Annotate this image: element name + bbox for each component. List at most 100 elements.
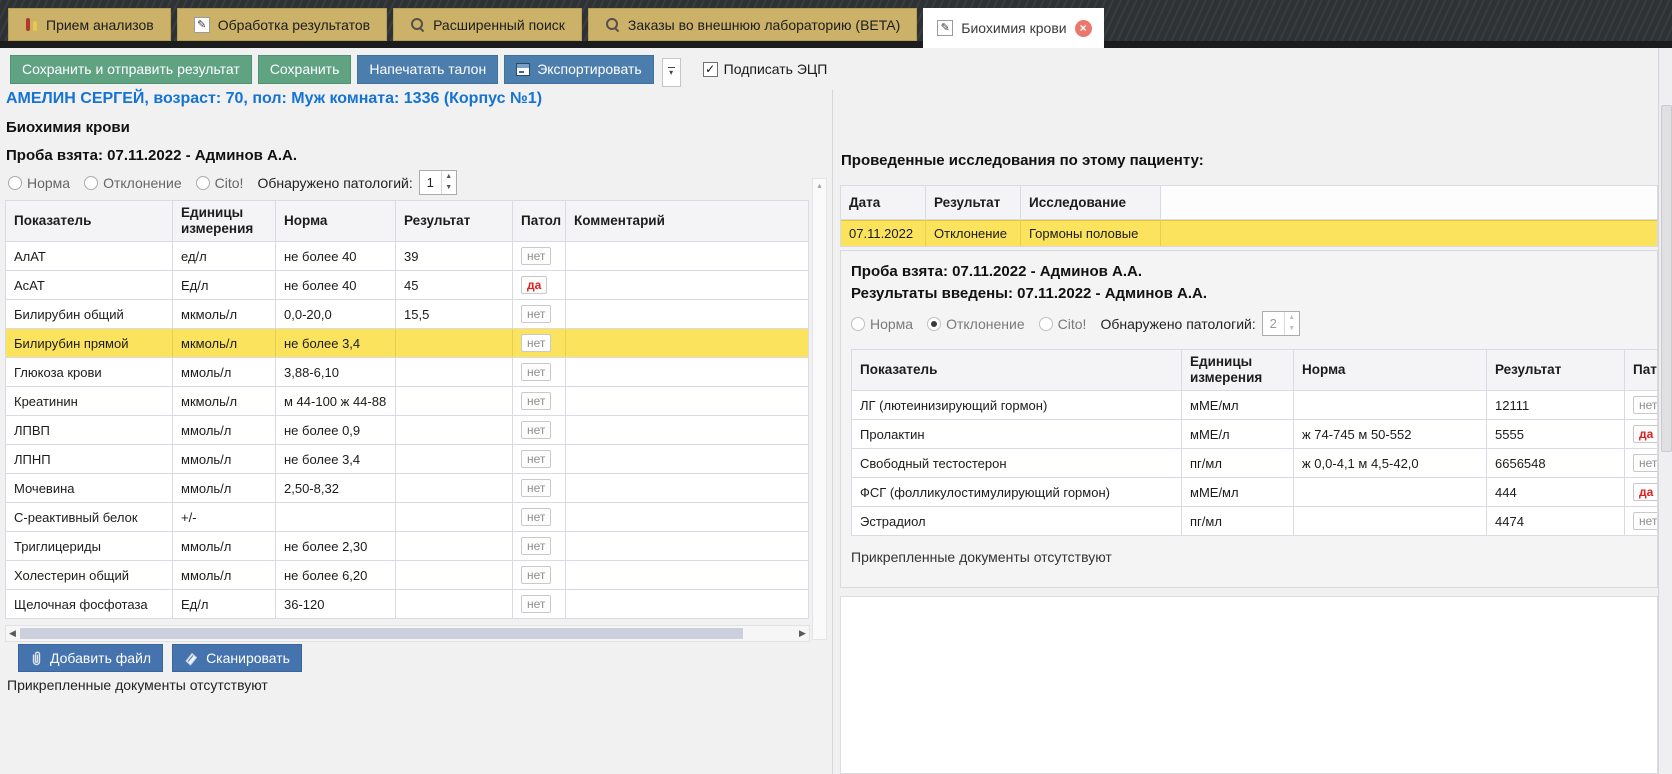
pathology-count-spinner[interactable]: 1 ▲ ▼ [419, 170, 457, 195]
cell-result[interactable]: 45 [396, 271, 513, 299]
scrollbar-thumb[interactable] [20, 628, 743, 639]
patient-history-title: Проведенные исследования по этому пациен… [841, 152, 1204, 169]
table-row-selected[interactable]: Билирубин прямой мкмоль/л не более 3,4 н… [6, 329, 808, 358]
cell-comment[interactable] [566, 329, 808, 357]
horizontal-scrollbar[interactable]: ◀ ▶ [5, 625, 810, 642]
cell-result[interactable] [396, 474, 513, 502]
scrollbar-track[interactable] [19, 626, 796, 641]
cell-comment[interactable] [566, 358, 808, 386]
history-row-selected[interactable]: 07.11.2022 Отклонение Гормоны половые [841, 220, 1657, 246]
radio-otklonenie[interactable]: Отклонение [84, 175, 182, 191]
cell-result[interactable] [396, 503, 513, 531]
cell-result[interactable]: 39 [396, 242, 513, 270]
table-row[interactable]: АлАТ ед/л не более 40 39 нет [6, 242, 808, 271]
table-row[interactable]: ЛПНП ммоль/л не более 3,4 нет [6, 445, 808, 474]
window-vertical-scrollbar[interactable] [1658, 48, 1672, 774]
table-row[interactable]: Креатинин мкмоль/л м 44-100 ж 44-88 нет [6, 387, 808, 416]
cell-patol: нет [513, 329, 566, 357]
table-row[interactable]: Мочевина ммоль/л 2,50-8,32 нет [6, 474, 808, 503]
patol-badge[interactable]: нет [521, 334, 551, 352]
patol-badge[interactable]: нет [521, 508, 551, 526]
patol-badge[interactable]: нет [521, 247, 551, 265]
patol-badge[interactable]: нет [521, 392, 551, 410]
radio-cito[interactable]: Cito! [1039, 316, 1087, 332]
patol-badge[interactable]: нет [521, 363, 551, 381]
cell-comment[interactable] [566, 271, 808, 299]
patol-badge[interactable]: да [521, 276, 547, 294]
table-row[interactable]: Билирубин общий мкмоль/л 0,0-20,0 15,5 н… [6, 300, 808, 329]
export-button[interactable]: Экспортировать [504, 55, 653, 84]
cell-result[interactable] [396, 561, 513, 589]
table-row[interactable]: ЛПВП ммоль/л не более 0,9 нет [6, 416, 808, 445]
detail-attachments-empty-text: Прикрепленные документы отсутствуют [851, 549, 1657, 565]
cell-comment[interactable] [566, 503, 808, 531]
table-row[interactable]: Эстрадиол пг/мл 4474 нет [852, 507, 1658, 535]
tab-priem-analizov[interactable]: Прием анализов [8, 8, 171, 41]
cell-result[interactable] [396, 532, 513, 560]
patol-badge[interactable]: нет [521, 450, 551, 468]
cell-comment[interactable] [566, 387, 808, 415]
test-tubes-icon [25, 17, 38, 32]
radio-cito[interactable]: Cito! [196, 175, 244, 191]
tab-biokhimiya-krovi-active[interactable]: ✎ Биохимия крови × [923, 8, 1103, 48]
cell-comment[interactable] [566, 474, 808, 502]
radio-norma[interactable]: Норма [851, 316, 913, 332]
patol-badge[interactable]: нет [521, 566, 551, 584]
sign-ecp-checkbox[interactable]: ✓ [703, 62, 718, 77]
table-row[interactable]: С-реактивный белок +/- нет [6, 503, 808, 532]
vertical-scrollbar[interactable]: ▴ [812, 178, 827, 640]
scan-button[interactable]: Сканировать [172, 644, 302, 672]
radio-otklonenie-selected[interactable]: Отклонение [927, 316, 1025, 332]
cell-result: 12111 [1487, 391, 1625, 419]
add-file-button[interactable]: Добавить файл [18, 644, 163, 672]
table-row[interactable]: Свободный тестостерон пг/мл ж 0,0-4,1 м … [852, 449, 1658, 478]
scrollbar-thumb[interactable] [1661, 105, 1672, 452]
cell-comment[interactable] [566, 590, 808, 618]
table-row[interactable]: ФСГ (фолликулостимулирующий гормон) мМЕ/… [852, 478, 1658, 507]
sign-ecp-checkbox-group[interactable]: ✓ Подписать ЭЦП [703, 61, 828, 77]
cell-comment[interactable] [566, 416, 808, 444]
header-norm: Норма [1294, 350, 1487, 390]
save-button[interactable]: Сохранить [258, 55, 352, 84]
table-row[interactable]: Холестерин общий ммоль/л не более 6,20 н… [6, 561, 808, 590]
radio-label: Cito! [215, 175, 244, 191]
cell-result[interactable] [396, 387, 513, 415]
spinner-down-icon[interactable]: ▼ [442, 182, 456, 193]
patol-badge[interactable]: нет [521, 421, 551, 439]
patol-badge[interactable]: нет [521, 595, 551, 613]
patol-badge[interactable]: нет [521, 479, 551, 497]
cell-result[interactable] [396, 329, 513, 357]
cell-result[interactable] [396, 358, 513, 386]
close-tab-icon[interactable]: × [1075, 20, 1092, 37]
table-row[interactable]: ЛГ (лютеинизирующий гормон) мМЕ/мл 12111… [852, 391, 1658, 420]
cell-comment[interactable] [566, 561, 808, 589]
radio-norma[interactable]: Норма [8, 175, 70, 191]
cell-comment[interactable] [566, 532, 808, 560]
cell-comment[interactable] [566, 300, 808, 328]
patol-badge[interactable]: нет [521, 305, 551, 323]
cell-comment[interactable] [566, 242, 808, 270]
patol-badge[interactable]: нет [521, 537, 551, 555]
scroll-up-icon[interactable]: ▴ [813, 179, 826, 193]
cell-result[interactable] [396, 416, 513, 444]
cell-result[interactable]: 15,5 [396, 300, 513, 328]
table-row[interactable]: АсАТ Ед/л не более 40 45 да [6, 271, 808, 300]
cell-norm: не более 3,4 [276, 445, 396, 473]
cell-comment[interactable] [566, 445, 808, 473]
save-and-send-button[interactable]: Сохранить и отправить результат [10, 55, 252, 84]
scroll-left-icon[interactable]: ◀ [6, 628, 19, 639]
table-row[interactable]: Триглицериды ммоль/л не более 2,30 нет [6, 532, 808, 561]
table-row[interactable]: Пролактин мМЕ/л ж 74-745 м 50-552 5555 д… [852, 420, 1658, 449]
table-row[interactable]: Глюкоза крови ммоль/л 3,88-6,10 нет [6, 358, 808, 387]
tab-zakazy-vneshnyaya-lab[interactable]: Заказы во внешнюю лабораторию (BETA) [588, 8, 917, 41]
print-ticket-button[interactable]: Напечатать талон [357, 55, 498, 84]
cell-result[interactable] [396, 445, 513, 473]
tab-obrabotka-rezultatov[interactable]: ✎ Обработка результатов [177, 8, 387, 41]
scroll-right-icon[interactable]: ▶ [796, 628, 809, 639]
toolbar: Сохранить и отправить результат Сохранит… [0, 48, 1658, 90]
toolbar-overflow-dropdown[interactable]: ▾ [662, 58, 681, 87]
table-row[interactable]: Щелочная фосфотаза Ед/л 36-120 нет [6, 590, 808, 618]
tab-rasshirennyi-poisk[interactable]: Расширенный поиск [393, 8, 582, 41]
cell-result[interactable] [396, 590, 513, 618]
spinner-up-icon[interactable]: ▲ [442, 171, 456, 182]
